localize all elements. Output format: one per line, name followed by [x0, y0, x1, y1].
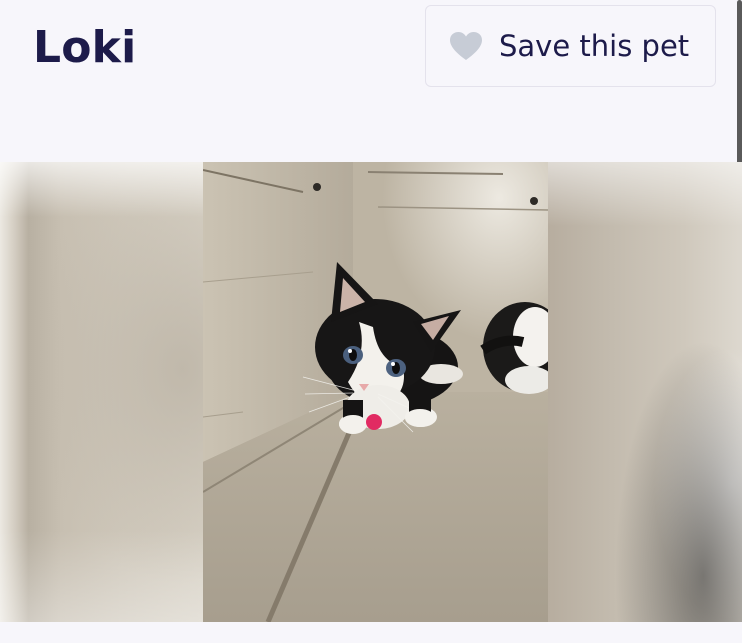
heart-icon: [449, 31, 483, 61]
save-pet-label: Save this pet: [499, 29, 690, 63]
page-scrollbar[interactable]: [737, 0, 742, 165]
carousel-dot-active[interactable]: [366, 414, 382, 430]
pet-name: Loki: [33, 22, 137, 73]
next-photo-preview[interactable]: [548, 162, 742, 622]
page-background-strip: [0, 622, 742, 643]
photo-carousel[interactable]: [0, 162, 742, 622]
pet-header: Loki Save this pet: [0, 0, 742, 165]
previous-photo-preview[interactable]: [0, 162, 203, 622]
save-pet-button[interactable]: Save this pet: [425, 5, 716, 87]
pet-photo: [203, 162, 548, 622]
